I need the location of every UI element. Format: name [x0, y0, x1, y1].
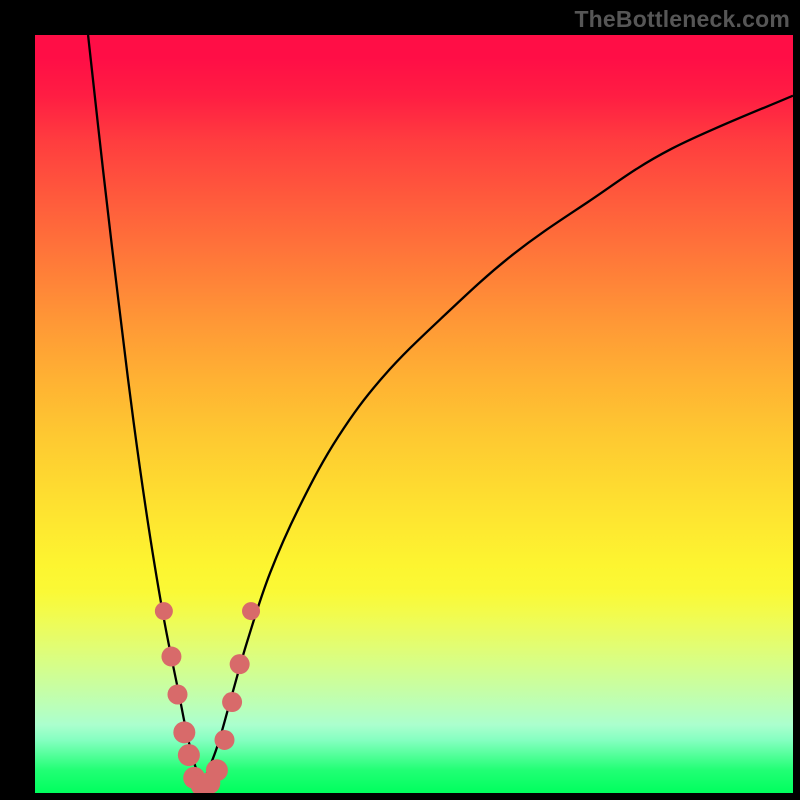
curve-right-branch: [202, 96, 793, 786]
chart-frame: TheBottleneck.com: [0, 0, 800, 800]
marker-dot: [155, 602, 173, 620]
marker-dot: [222, 692, 242, 712]
marker-dot: [215, 730, 235, 750]
marker-dot: [242, 602, 260, 620]
near-optimum-markers: [155, 602, 260, 793]
watermark-text: TheBottleneck.com: [574, 6, 790, 33]
marker-dot: [168, 684, 188, 704]
marker-dot: [206, 759, 228, 781]
marker-dot: [161, 647, 181, 667]
marker-dot: [178, 744, 200, 766]
plot-area: [35, 35, 793, 793]
marker-dot: [230, 654, 250, 674]
bottleneck-curve-svg: [35, 35, 793, 793]
marker-dot: [173, 721, 195, 743]
curve-left-branch: [88, 35, 202, 785]
